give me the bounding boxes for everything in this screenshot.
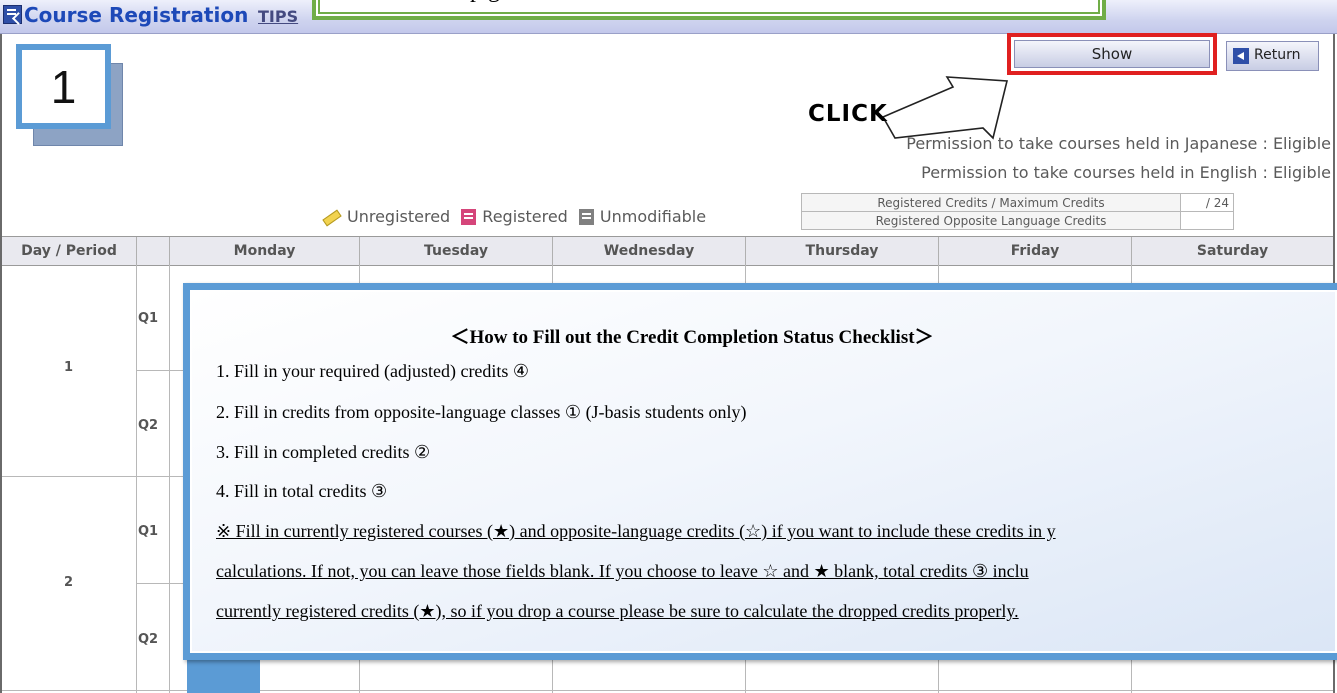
instruction-note-line-2: calculations. If not, you can leave thos… — [216, 561, 1029, 581]
instruction-title: ＜How to Fill out the Credit Completion S… — [450, 327, 934, 348]
day-header-wednesday: Wednesday — [553, 237, 746, 265]
opposite-language-label: Registered Opposite Language Credits — [801, 211, 1181, 230]
blue-tab-marker — [187, 658, 260, 693]
period-1-q1-label: Q1 — [138, 311, 159, 326]
show-button[interactable]: Show — [1014, 40, 1210, 68]
instruction-banner-top — [312, 0, 1106, 20]
return-button[interactable]: Return — [1226, 41, 1319, 71]
instruction-panel: ＜How to Fill out the Credit Completion S… — [190, 290, 1337, 653]
day-header-thursday: Thursday — [746, 237, 939, 265]
grid-line — [169, 265, 170, 693]
legend-unregistered: Unregistered — [347, 207, 451, 226]
registered-max-value: / 24 — [1180, 193, 1234, 212]
period-2-label: 2 — [64, 575, 74, 590]
instruction-step-1: 1. Fill in your required (adjusted) cred… — [216, 361, 530, 381]
quarter-header-spacer — [137, 237, 170, 265]
day-period-header: Day / Period — [2, 237, 137, 265]
period-1-label: 1 — [64, 360, 74, 375]
grid-line — [136, 265, 137, 693]
return-button-label: Return — [1254, 47, 1301, 63]
day-header-saturday: Saturday — [1196, 243, 1269, 259]
instruction-step-2: 2. Fill in credits from opposite-languag… — [216, 402, 747, 422]
instruction-step-4: 4. Fill in total credits ③ — [216, 481, 388, 501]
step-number-badge: 1 — [16, 44, 111, 129]
opposite-language-value — [1180, 211, 1234, 230]
instruction-note-line-1: ※ Fill in currently registered courses (… — [216, 521, 1056, 541]
legend-unmodifiable: Unmodifiable — [599, 207, 707, 226]
timetable-header: Day / Period Monday Tuesday Wednesday Th… — [2, 236, 1333, 266]
back-arrow-icon — [1233, 48, 1249, 64]
registered-max-label: Registered Credits / Maximum Credits — [801, 193, 1181, 212]
permission-english: Permission to take courses held in Engli… — [921, 163, 1331, 182]
pencil-icon — [321, 210, 341, 224]
credits-row-opposite: Registered Opposite Language Credits — [801, 211, 1234, 230]
legend-registered: Registered — [482, 207, 568, 226]
day-header-friday: Friday — [939, 237, 1132, 265]
status-legend: Unregistered Registered Unmodifiable — [321, 206, 706, 226]
credits-summary-table: Registered Credits / Maximum Credits / 2… — [801, 193, 1234, 230]
course-registration-icon — [3, 5, 22, 24]
instruction-step-3: 3. Fill in completed credits ② — [216, 442, 431, 462]
period-2-q2-label: Q2 — [138, 632, 159, 647]
unmodifiable-icon — [578, 208, 594, 225]
page-title: Course Registration — [24, 3, 249, 27]
period-1-q2-label: Q2 — [138, 418, 159, 433]
instruction-overlay: ＜How to Fill out the Credit Completion S… — [183, 283, 1337, 660]
click-annotation: CLICK — [808, 101, 888, 127]
period-2-q1-label: Q1 — [138, 524, 159, 539]
credits-row-registered: Registered Credits / Maximum Credits / 2… — [801, 193, 1234, 212]
day-header-tuesday: Tuesday — [360, 237, 553, 265]
banner-text-fragment: p g — [470, 0, 670, 5]
permission-japanese: Permission to take courses held in Japan… — [906, 134, 1331, 153]
show-button-highlight: Show — [1007, 33, 1217, 75]
day-header-monday: Monday — [170, 237, 360, 265]
instruction-note-line-3: currently registered credits (★), so if … — [216, 601, 1019, 621]
tips-link[interactable]: TIPS — [258, 7, 298, 26]
registered-icon — [461, 208, 477, 225]
